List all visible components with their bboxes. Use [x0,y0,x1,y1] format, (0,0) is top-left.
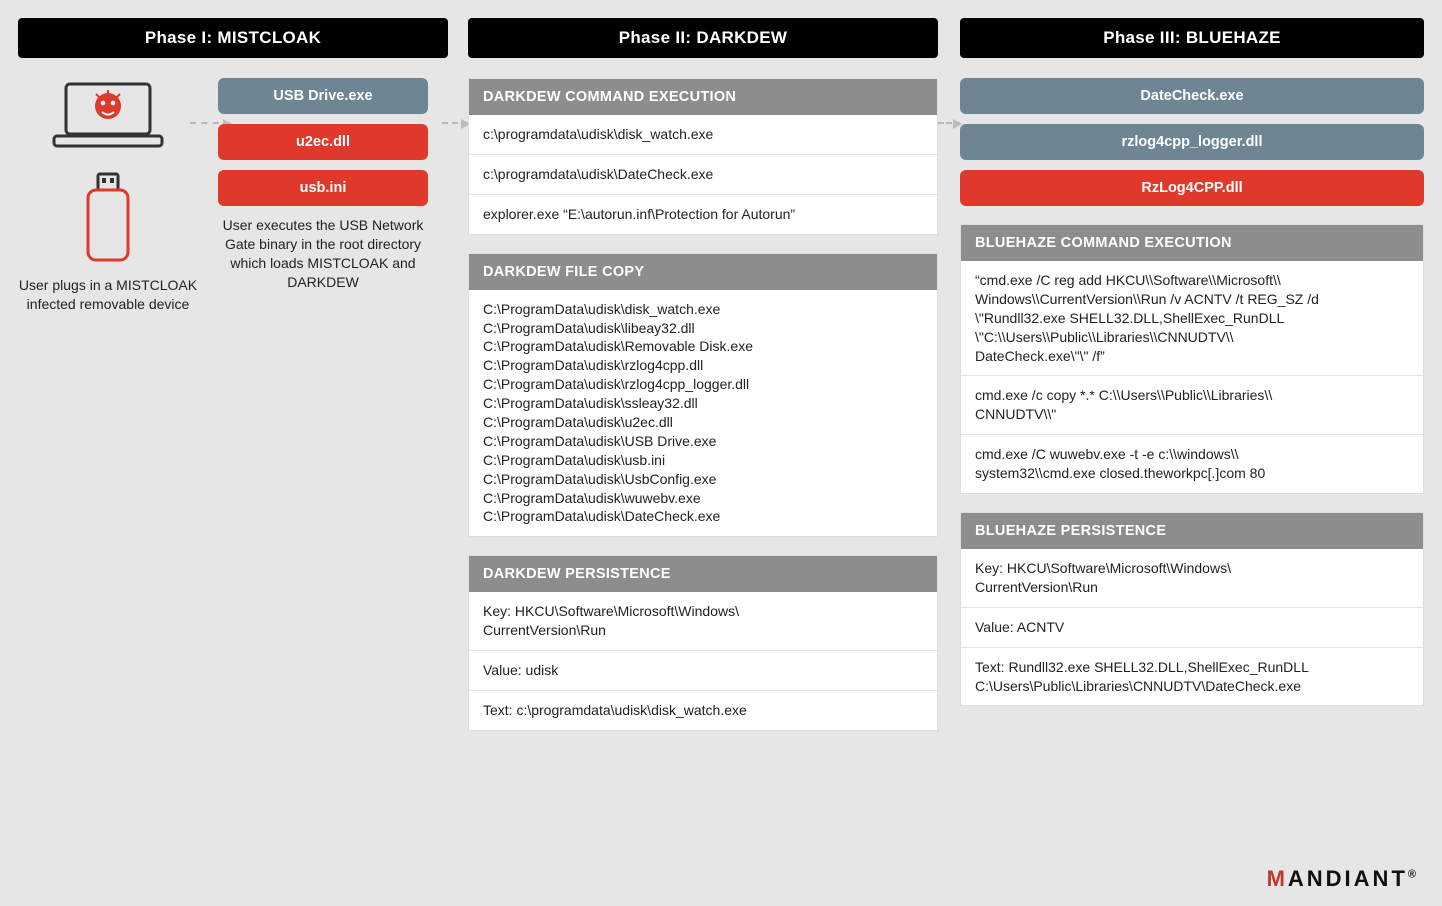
card-row: Value: ACNTV [961,607,1423,647]
pill-datecheck-exe: DateCheck.exe [960,78,1424,114]
card-header: DARKDEW PERSISTENCE [469,556,937,592]
phase2-column: Phase II: DARKDEW DARKDEW COMMAND EXECUT… [468,18,938,749]
pill-rzlog4cpp-dll: RzLog4CPP.dll [960,170,1424,206]
card-header: DARKDEW FILE COPY [469,254,937,290]
card-header: BLUEHAZE PERSISTENCE [961,513,1423,549]
logo-text: ANDIANT [1288,866,1408,891]
bluehaze-cmd-exec-card: BLUEHAZE COMMAND EXECUTION “cmd.exe /C r… [960,224,1424,494]
phase1-left-panel: User plugs in a MISTCLOAK infected remov… [18,78,198,314]
pill-rzlog-logger-dll: rzlog4cpp_logger.dll [960,124,1424,160]
phase1-right-text: User executes the USB Network Gate binar… [218,216,428,292]
phase1-right-panel: USB Drive.exe u2ec.dll usb.ini User exec… [218,78,428,314]
card-row: Text: c:\programdata\udisk\disk_watch.ex… [469,690,937,730]
card-row: Text: Rundll32.exe SHELL32.DLL,ShellExec… [961,647,1423,706]
card-row: explorer.exe “E:\autorun.inf\Protection … [469,194,937,234]
phase1-header: Phase I: MISTCLOAK [18,18,448,58]
phase2-header: Phase II: DARKDEW [468,18,938,58]
card-row: “cmd.exe /C reg add HKCU\\Software\\Micr… [961,261,1423,375]
phase1-column: Phase I: MISTCLOAK User pl [18,18,448,314]
pill-u2ec-dll: u2ec.dll [218,124,428,160]
card-header: DARKDEW COMMAND EXECUTION [469,79,937,115]
bluehaze-persistence-card: BLUEHAZE PERSISTENCE Key: HKCU\Software\… [960,512,1424,706]
card-row: cmd.exe /C wuwebv.exe -t -e c:\\windows\… [961,434,1423,493]
darkdew-file-copy-card: DARKDEW FILE COPY C:\ProgramData\udisk\d… [468,253,938,538]
phase3-header: Phase III: BLUEHAZE [960,18,1424,58]
darkdew-cmd-exec-card: DARKDEW COMMAND EXECUTION c:\programdata… [468,78,938,235]
darkdew-persistence-card: DARKDEW PERSISTENCE Key: HKCU\Software\M… [468,555,938,731]
card-row: Key: HKCU\Software\Microsoft\Windows\ Cu… [961,549,1423,607]
infected-laptop-icon [48,78,168,154]
phase3-column: Phase III: BLUEHAZE DateCheck.exe rzlog4… [960,18,1424,724]
card-row: c:\programdata\udisk\disk_watch.exe [469,115,937,154]
phase3-pill-stack: DateCheck.exe rzlog4cpp_logger.dll RzLog… [960,78,1424,206]
phase1-body: User plugs in a MISTCLOAK infected remov… [18,78,448,314]
card-row: Value: udisk [469,650,937,690]
card-row: C:\ProgramData\udisk\disk_watch.exe C:\P… [469,290,937,537]
mandiant-logo: MANDIANT® [1267,866,1416,892]
card-header: BLUEHAZE COMMAND EXECUTION [961,225,1423,261]
pill-usb-ini: usb.ini [218,170,428,206]
card-row: c:\programdata\udisk\DateCheck.exe [469,154,937,194]
pill-usb-drive-exe: USB Drive.exe [218,78,428,114]
card-row: Key: HKCU\Software\Microsoft\Windows\ Cu… [469,592,937,650]
arrow-phase2-to-phase3 [938,122,960,124]
usb-drive-icon [80,172,136,268]
card-row: cmd.exe /c copy *.* C:\\Users\\Public\\L… [961,375,1423,434]
phase1-left-text: User plugs in a MISTCLOAK infected remov… [18,276,198,314]
